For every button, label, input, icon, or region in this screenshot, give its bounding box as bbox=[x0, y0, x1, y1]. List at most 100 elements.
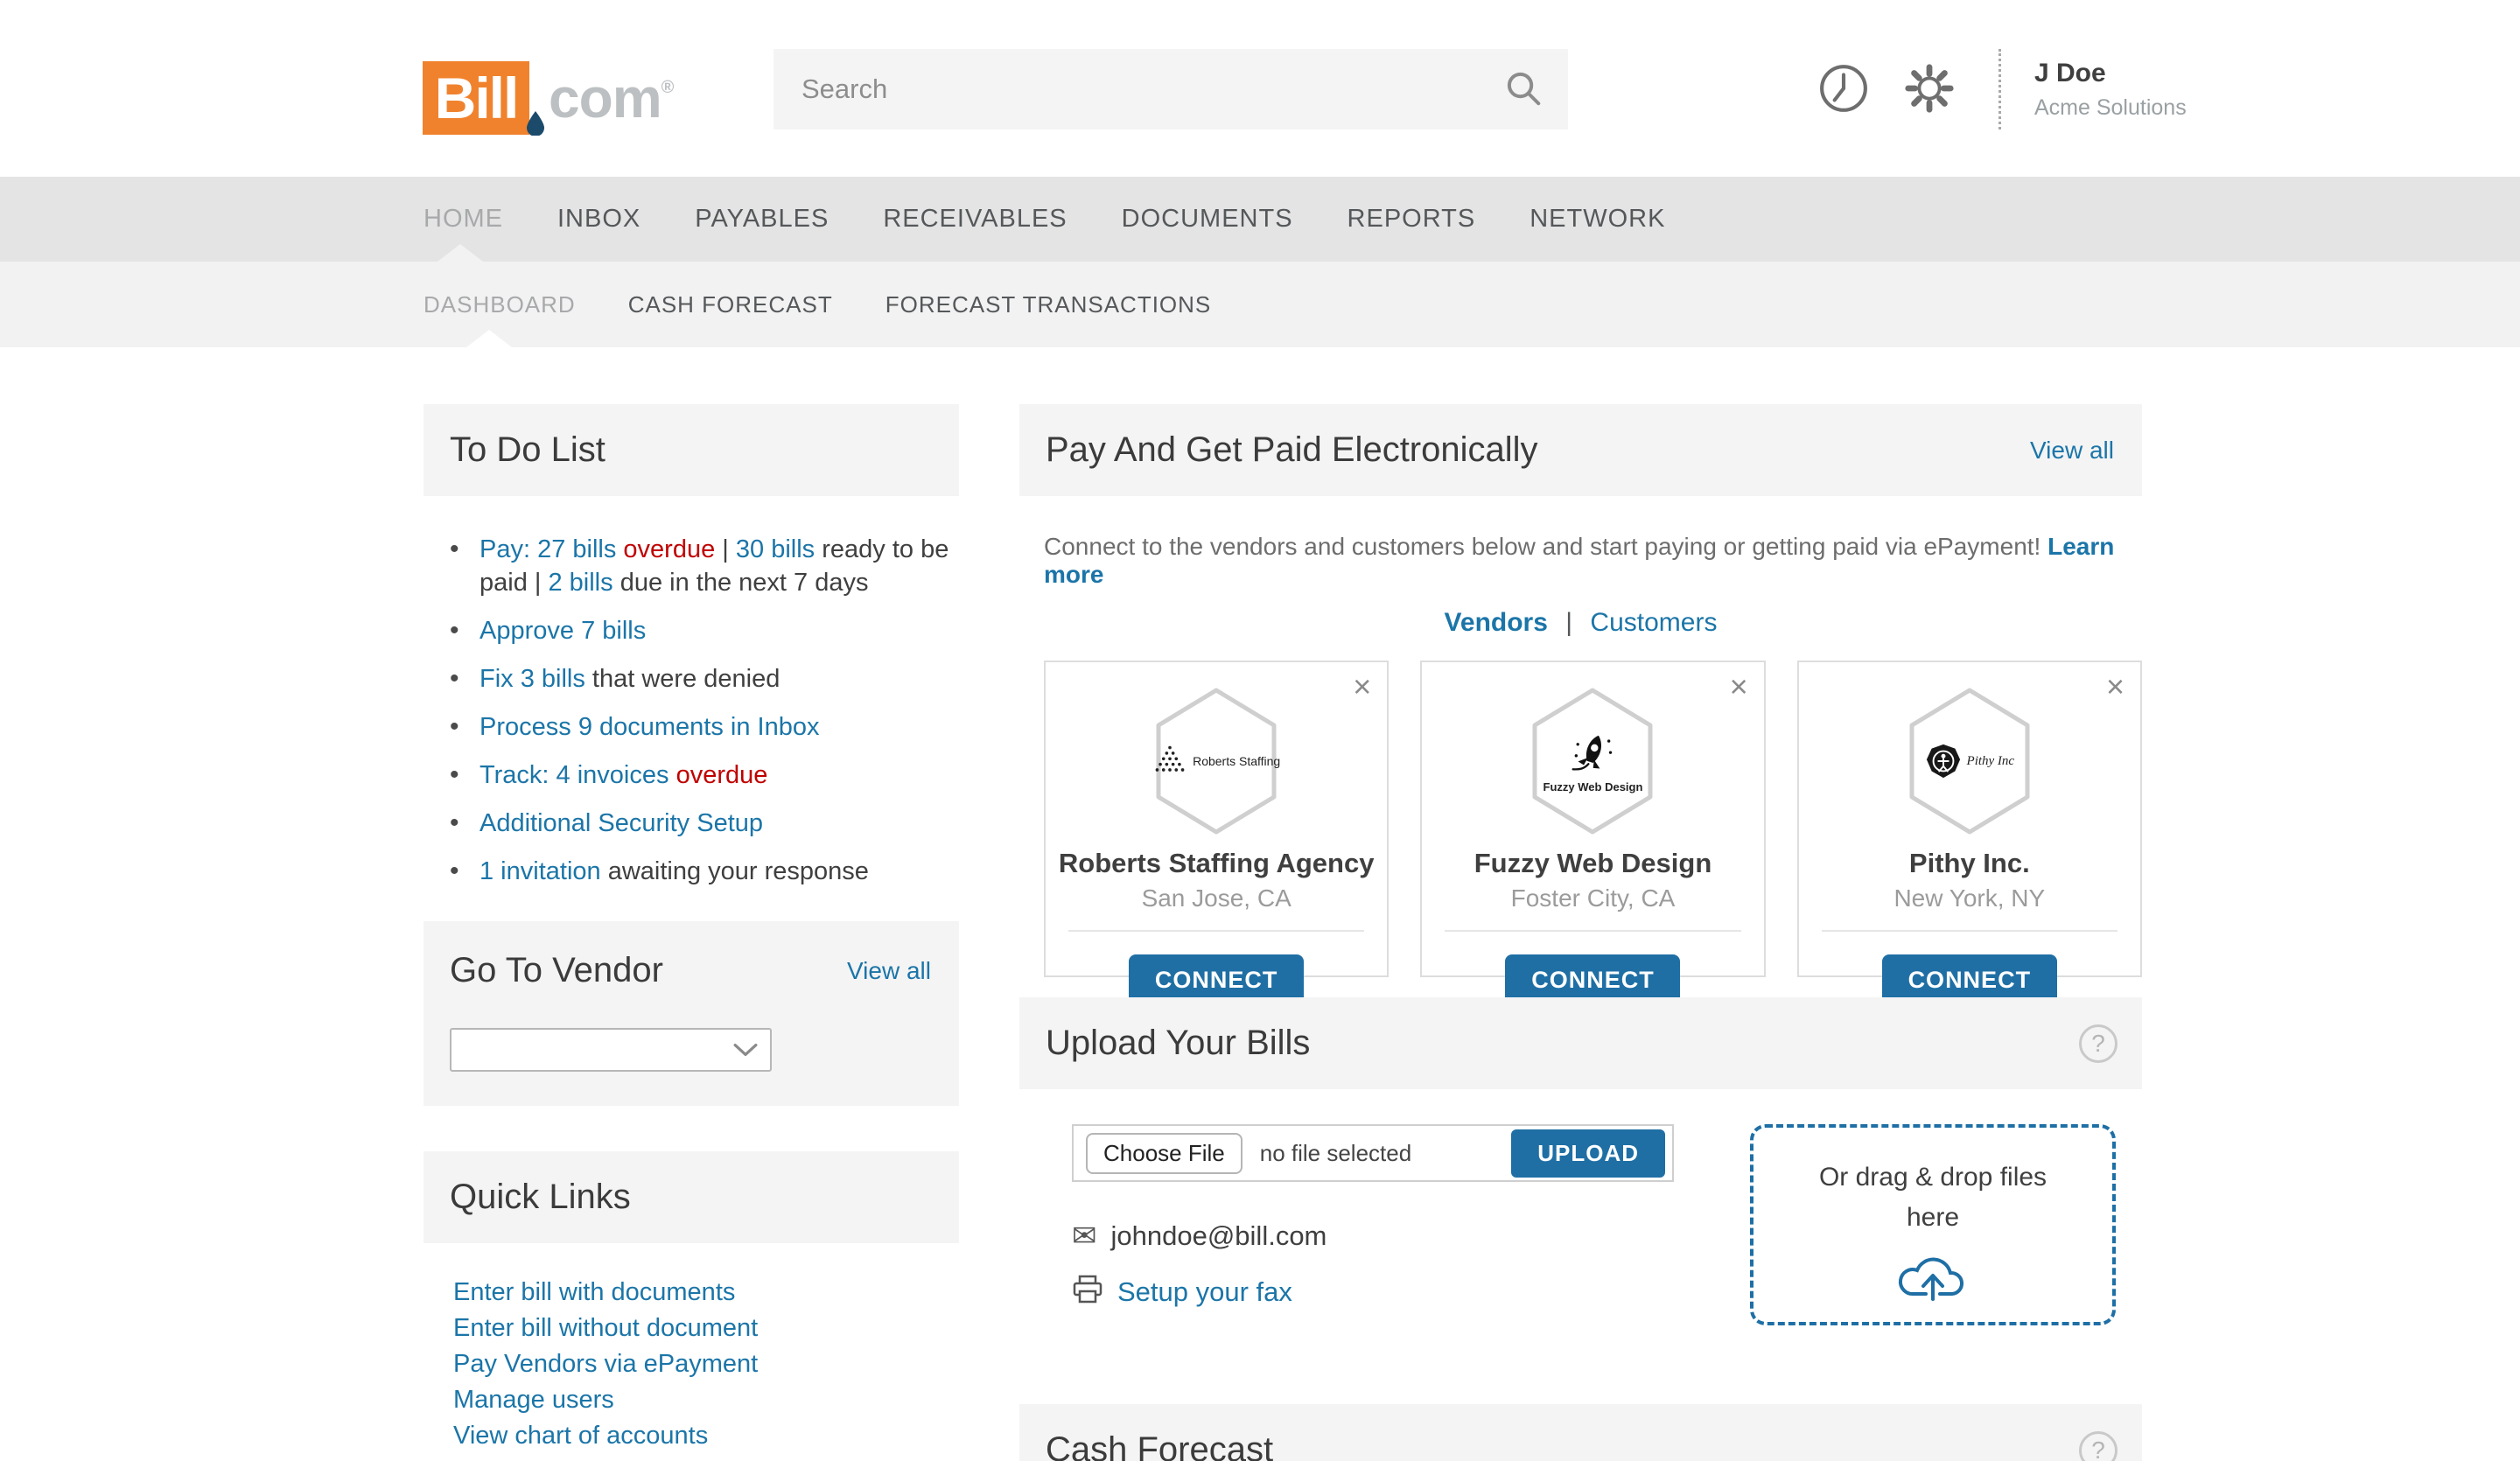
quick-link-manage-users[interactable]: Manage users bbox=[453, 1382, 959, 1418]
quick-link-enter-bill-with-documents[interactable]: Enter bill with documents bbox=[453, 1275, 959, 1311]
nav-tab-home[interactable]: HOME bbox=[424, 205, 503, 234]
todo-overdue-text[interactable]: overdue bbox=[676, 761, 768, 789]
todo-item: • 1 invitation awaiting your response bbox=[450, 855, 950, 888]
cloud-upload-icon bbox=[1754, 1245, 2112, 1303]
pay-view-all-link[interactable]: View all bbox=[2030, 437, 2114, 465]
nav-tab-payables[interactable]: PAYABLES bbox=[695, 205, 829, 234]
secondary-nav: DASHBOARD CASH FORECAST FORECAST TRANSAC… bbox=[0, 262, 2520, 347]
todo-item: • Fix 3 bills that were denied bbox=[450, 662, 950, 696]
global-search bbox=[774, 49, 1568, 129]
fax-row: Setup your fax bbox=[1072, 1275, 1292, 1309]
subnav-tab-cash-forecast[interactable]: CASH FORECAST bbox=[628, 291, 833, 318]
quick-link-chart-of-accounts[interactable]: View chart of accounts bbox=[453, 1418, 959, 1454]
pay-panel-title: Pay And Get Paid Electronically bbox=[1046, 430, 1538, 469]
fuzzy-web-design-logo: Fuzzy Web Design bbox=[1527, 687, 1658, 835]
vendor-location: New York, NY bbox=[1894, 884, 2046, 912]
todo-link[interactable]: 30 bills bbox=[736, 535, 815, 563]
todo-link[interactable]: 1 invitation bbox=[480, 857, 601, 885]
file-upload-bar: Choose File no file selected UPLOAD bbox=[1072, 1124, 1674, 1182]
bullet-icon: • bbox=[450, 808, 459, 837]
search-icon bbox=[1503, 68, 1544, 111]
todo-item: • Approve 7 bills bbox=[450, 614, 950, 647]
settings-button[interactable] bbox=[1902, 61, 1956, 118]
bill-email-address: johndoe@bill.com bbox=[1110, 1220, 1327, 1251]
quick-link-enter-bill-without-document[interactable]: Enter bill without document bbox=[453, 1311, 959, 1346]
setup-fax-link[interactable]: Setup your fax bbox=[1117, 1276, 1292, 1308]
search-button[interactable] bbox=[1503, 68, 1568, 111]
todo-list: • Pay: 27 bills overdue | 30 bills ready… bbox=[424, 496, 959, 903]
vendor-location: Foster City, CA bbox=[1510, 884, 1676, 912]
quick-links-title: Quick Links bbox=[450, 1178, 631, 1216]
header-actions: J Doe Acme Solutions bbox=[1818, 49, 2187, 129]
user-menu[interactable]: J Doe Acme Solutions bbox=[2034, 59, 2187, 121]
header-divider bbox=[1998, 49, 2001, 129]
nav-tab-documents[interactable]: DOCUMENTS bbox=[1122, 205, 1293, 234]
recent-activity-button[interactable] bbox=[1818, 63, 1869, 116]
drag-drop-text: Or drag & drop files here bbox=[1818, 1163, 2048, 1232]
help-icon[interactable]: ? bbox=[2079, 1430, 2118, 1461]
bill-logo[interactable]: Bill com® bbox=[423, 51, 675, 136]
vendor-name: Pithy Inc. bbox=[1908, 848, 2030, 878]
top-header: Bill com® Search J Doe Acme Solutions bbox=[0, 0, 2520, 177]
upload-panel-body: Choose File no file selected UPLOAD ✉ jo… bbox=[1019, 1089, 2142, 1404]
quick-links-list: Enter bill with documents Enter bill wit… bbox=[424, 1243, 959, 1454]
nav-tab-reports[interactable]: REPORTS bbox=[1348, 205, 1476, 234]
badge-figure-icon bbox=[1926, 744, 1960, 779]
vendor-name: Roberts Staffing Agency bbox=[1058, 848, 1375, 878]
quick-links-panel-header: Quick Links bbox=[424, 1151, 959, 1243]
fax-printer-icon bbox=[1072, 1275, 1103, 1309]
tab-customers[interactable]: Customers bbox=[1590, 608, 1717, 637]
todo-link[interactable]: 2 bills bbox=[548, 569, 612, 597]
bill-dashboard-page: Bill com® Search J Doe Acme Solutions HO… bbox=[0, 0, 2520, 1461]
todo-text: | bbox=[715, 535, 736, 563]
bullet-icon: • bbox=[450, 664, 459, 693]
quick-link-pay-vendors[interactable]: Pay Vendors via ePayment bbox=[453, 1346, 959, 1382]
help-icon[interactable]: ? bbox=[2079, 1024, 2118, 1063]
nav-tab-receivables[interactable]: RECEIVABLES bbox=[883, 205, 1067, 234]
bullet-icon: • bbox=[450, 856, 459, 885]
user-company: Acme Solutions bbox=[2034, 94, 2187, 120]
subnav-tab-forecast-transactions[interactable]: FORECAST TRANSACTIONS bbox=[886, 291, 1212, 318]
tab-vendors[interactable]: Vendors bbox=[1445, 608, 1548, 637]
dotted-tree-icon bbox=[1155, 745, 1185, 772]
bullet-icon: • bbox=[450, 616, 459, 645]
card-divider bbox=[1068, 930, 1365, 932]
todo-item: • Additional Security Setup bbox=[450, 807, 950, 840]
todo-item: • Process 9 documents in Inbox bbox=[450, 710, 950, 744]
search-input[interactable] bbox=[774, 73, 1503, 105]
todo-link[interactable]: Track: 4 invoices bbox=[480, 761, 676, 789]
registered-mark: ® bbox=[661, 78, 675, 97]
upload-title: Upload Your Bills bbox=[1046, 1024, 1311, 1062]
choose-file-button[interactable]: Choose File bbox=[1086, 1132, 1242, 1174]
todo-item: • Track: 4 invoices overdue bbox=[450, 758, 950, 792]
bill-logo-text: Bill bbox=[434, 66, 520, 130]
nav-tab-network[interactable]: NETWORK bbox=[1530, 205, 1665, 234]
go-to-vendor-panel: Go To Vendor View all bbox=[424, 921, 959, 1106]
todo-link[interactable]: Pay: 27 bills bbox=[480, 535, 623, 563]
todo-link[interactable]: Process 9 documents in Inbox bbox=[480, 713, 819, 741]
vendor-select[interactable] bbox=[450, 1028, 772, 1072]
subnav-tab-dashboard[interactable]: DASHBOARD bbox=[424, 291, 576, 318]
vendor-card-pithy-inc: × Pithy Inc Pithy Inc. New York, NY CONN… bbox=[1796, 661, 2142, 1005]
bullet-icon: • bbox=[450, 712, 459, 741]
close-icon[interactable]: × bbox=[1353, 671, 1371, 703]
vendor-view-all-link[interactable]: View all bbox=[847, 957, 931, 985]
close-icon[interactable]: × bbox=[2106, 671, 2124, 703]
drag-drop-zone[interactable]: Or drag & drop files here bbox=[1750, 1124, 2116, 1325]
pithy-inc-logo: Pithy Inc bbox=[1904, 687, 2035, 835]
cash-forecast-title: Cash Forecast bbox=[1046, 1430, 1274, 1461]
close-icon[interactable]: × bbox=[1730, 671, 1748, 703]
upload-button[interactable]: UPLOAD bbox=[1511, 1129, 1665, 1178]
pay-panel-body: Connect to the vendors and customers bel… bbox=[1019, 496, 2142, 1005]
nav-tab-inbox[interactable]: INBOX bbox=[557, 205, 640, 234]
todo-overdue-text[interactable]: overdue bbox=[623, 535, 715, 563]
todo-link[interactable]: Additional Security Setup bbox=[480, 809, 763, 837]
gear-icon bbox=[1902, 61, 1956, 118]
upload-panel-header: Upload Your Bills ? bbox=[1019, 997, 2142, 1089]
todo-link[interactable]: Fix 3 bills bbox=[480, 665, 585, 693]
todo-link[interactable]: Approve 7 bills bbox=[480, 617, 646, 645]
todo-panel-header: To Do List bbox=[424, 404, 959, 496]
primary-nav: HOME INBOX PAYABLES RECEIVABLES DOCUMENT… bbox=[0, 177, 2520, 262]
go-to-vendor-title: Go To Vendor bbox=[450, 951, 663, 989]
logo-text: Pithy Inc bbox=[1966, 753, 2015, 768]
